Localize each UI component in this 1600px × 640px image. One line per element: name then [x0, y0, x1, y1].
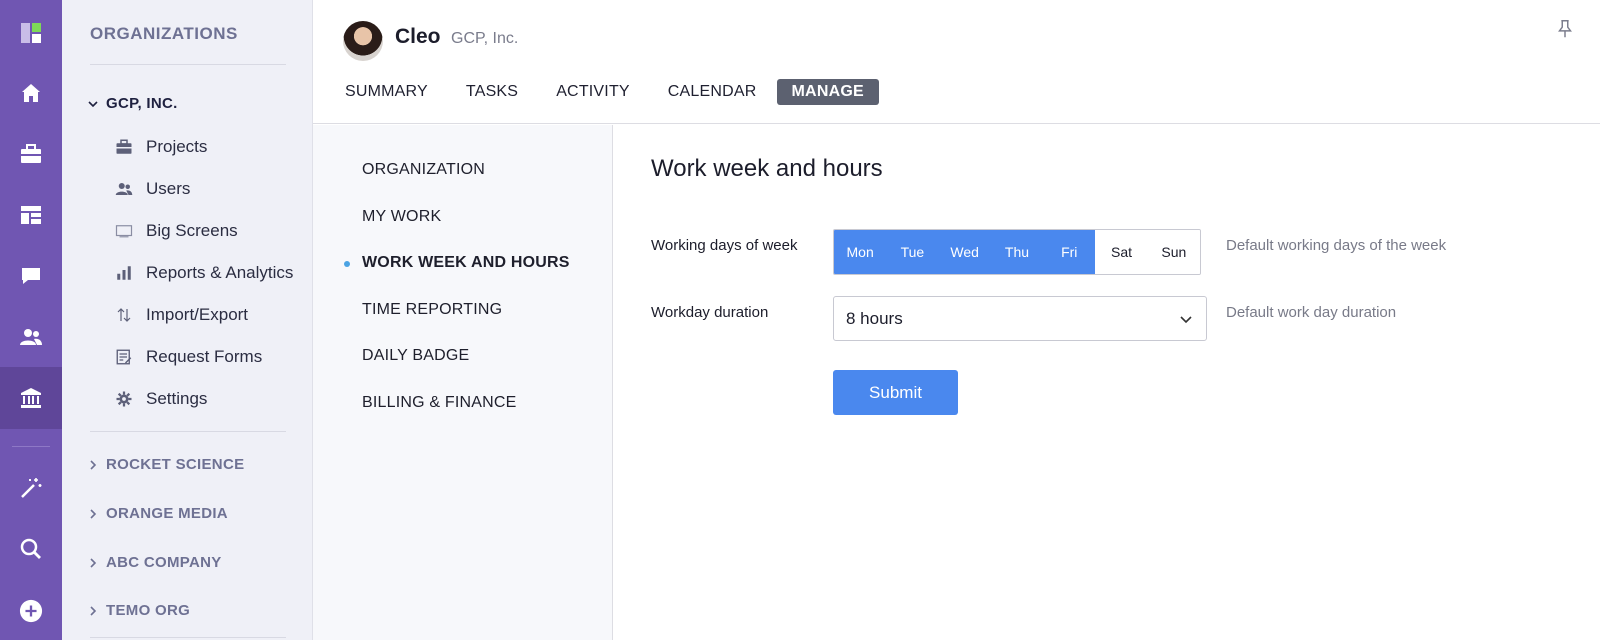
- day-toggle-sun[interactable]: Sun: [1147, 230, 1200, 274]
- pin-icon[interactable]: [1554, 18, 1576, 40]
- rail-divider: [12, 446, 50, 447]
- user-org: GCP, Inc.: [451, 30, 519, 47]
- org-rocket-science[interactable]: ROCKET SCIENCE: [86, 456, 244, 473]
- form-icon: [114, 347, 134, 367]
- user-name: Cleo: [395, 25, 441, 48]
- divider: [90, 64, 286, 65]
- sidebar-title: ORGANIZATIONS: [90, 24, 238, 43]
- briefcase-icon: [114, 137, 134, 157]
- submenu-item-organization[interactable]: ORGANIZATION: [362, 161, 485, 179]
- org-temo-org[interactable]: TEMO ORG: [86, 602, 190, 619]
- bank-icon[interactable]: [0, 367, 62, 429]
- day-toggle-sat[interactable]: Sat: [1095, 230, 1148, 274]
- duration-select[interactable]: 8 hours: [833, 296, 1207, 341]
- plus-icon[interactable]: [0, 580, 62, 640]
- tab-bar: SUMMARY TASKS ACTIVITY CALENDAR MANAGE: [335, 79, 879, 105]
- avatar[interactable]: [343, 21, 383, 61]
- working-days-hint: Default working days of the week: [1226, 237, 1447, 254]
- sidebar-item-label: Settings: [146, 389, 208, 408]
- sidebar-item-label: Projects: [146, 137, 208, 156]
- sidebar-item-projects[interactable]: Projects: [114, 137, 207, 157]
- chevron-right-icon: [90, 605, 97, 616]
- users-icon: [114, 179, 134, 199]
- page-header: Cleo GCP, Inc. SUMMARY TASKS ACTIVITY CA…: [313, 0, 1600, 124]
- magic-wand-icon[interactable]: [0, 457, 62, 519]
- users-icon[interactable]: [0, 306, 62, 368]
- sidebar-item-label: Reports & Analytics: [146, 263, 294, 282]
- sidebar-item-label: Import/Export: [146, 305, 249, 324]
- tab-tasks[interactable]: TASKS: [456, 79, 528, 105]
- sidebar-item-request-forms[interactable]: Request Forms: [114, 347, 262, 367]
- chevron-down-icon: [1180, 315, 1192, 323]
- chevron-right-icon: [90, 557, 97, 568]
- screen-icon: [114, 221, 134, 241]
- duration-label: Workday duration: [651, 304, 769, 321]
- gear-icon: [114, 389, 134, 409]
- day-toggle-mon[interactable]: Mon: [834, 230, 887, 274]
- org-label: ORANGE MEDIA: [106, 505, 228, 522]
- submenu-item-work-week-and-hours[interactable]: WORK WEEK AND HOURS: [362, 254, 570, 272]
- submit-button[interactable]: Submit: [833, 370, 958, 415]
- tab-calendar[interactable]: CALENDAR: [658, 79, 767, 105]
- sidebar-item-label: Big Screens: [146, 221, 238, 240]
- day-toggle-fri[interactable]: Fri: [1043, 230, 1096, 274]
- icon-rail: [0, 0, 62, 640]
- import-export-icon: [114, 305, 134, 325]
- org-label: TEMO ORG: [106, 602, 191, 619]
- home-icon[interactable]: [0, 62, 62, 124]
- page-title: Work week and hours: [651, 155, 883, 182]
- bar-chart-icon: [114, 263, 134, 283]
- manage-submenu: ORGANIZATION MY WORK WORK WEEK AND HOURS…: [313, 125, 613, 640]
- main-content: Work week and hours Working days of week…: [614, 125, 1600, 640]
- sidebar-item-users[interactable]: Users: [114, 179, 190, 199]
- submenu-item-daily-badge[interactable]: DAILY BADGE: [362, 347, 469, 365]
- submenu-item-billing-finance[interactable]: BILLING & FINANCE: [362, 394, 517, 412]
- day-toggle-tue[interactable]: Tue: [886, 230, 939, 274]
- submenu-item-my-work[interactable]: MY WORK: [362, 208, 441, 226]
- org-label: GCP, INC.: [106, 95, 178, 112]
- chat-icon[interactable]: [0, 245, 62, 307]
- org-label: ABC COMPANY: [106, 554, 222, 571]
- sidebar-item-reports-analytics[interactable]: Reports & Analytics: [114, 263, 293, 283]
- chevron-right-icon: [90, 508, 97, 519]
- briefcase-icon[interactable]: [0, 123, 62, 185]
- tab-manage[interactable]: MANAGE: [776, 79, 879, 105]
- sidebar-item-big-screens[interactable]: Big Screens: [114, 221, 238, 241]
- sidebar-item-settings[interactable]: Settings: [114, 389, 207, 409]
- submenu-item-time-reporting[interactable]: TIME REPORTING: [362, 301, 502, 319]
- logo-icon[interactable]: [0, 2, 62, 64]
- org-gcp-inc[interactable]: GCP, INC.: [86, 95, 178, 112]
- sidebar-item-label: Users: [146, 179, 191, 198]
- working-days-selector: Mon Tue Wed Thu Fri Sat Sun: [833, 229, 1201, 275]
- chevron-right-icon: [90, 459, 97, 470]
- divider: [90, 637, 286, 638]
- chevron-down-icon: [88, 100, 98, 107]
- duration-hint: Default work day duration: [1226, 304, 1397, 321]
- sidebar-item-import-export[interactable]: Import/Export: [114, 305, 248, 325]
- day-toggle-wed[interactable]: Wed: [938, 230, 991, 274]
- dashboard-icon[interactable]: [0, 184, 62, 246]
- sidebar-item-label: Request Forms: [146, 347, 263, 366]
- duration-value: 8 hours: [846, 308, 903, 328]
- search-icon[interactable]: [0, 518, 62, 580]
- active-indicator: [344, 261, 350, 267]
- app: ORGANIZATIONS GCP, INC. Projects Users B…: [0, 0, 1600, 640]
- working-days-label: Working days of week: [651, 237, 798, 254]
- organizations-sidebar: ORGANIZATIONS GCP, INC. Projects Users B…: [62, 0, 313, 640]
- divider: [90, 431, 286, 432]
- org-orange-media[interactable]: ORANGE MEDIA: [86, 505, 228, 522]
- org-label: ROCKET SCIENCE: [106, 456, 245, 473]
- day-toggle-thu[interactable]: Thu: [990, 230, 1044, 274]
- tab-summary[interactable]: SUMMARY: [335, 79, 438, 105]
- tab-activity[interactable]: ACTIVITY: [546, 79, 640, 105]
- org-abc-company[interactable]: ABC COMPANY: [86, 554, 222, 571]
